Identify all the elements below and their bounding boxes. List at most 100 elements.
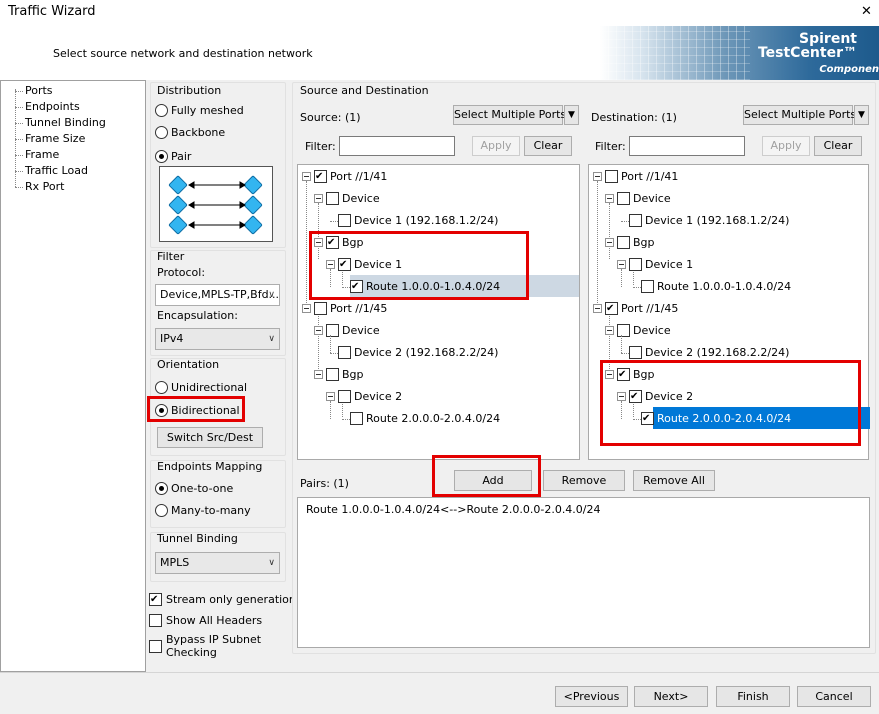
cancel-button[interactable]: Cancel <box>797 686 871 707</box>
source-filter-input[interactable] <box>339 136 455 156</box>
one-to-one-label: One-to-one <box>171 482 234 495</box>
expand-icon[interactable] <box>593 172 602 181</box>
finish-button[interactable]: Finish <box>716 686 790 707</box>
source-route-2-checkbox[interactable] <box>350 412 363 425</box>
source-port-1-41-checkbox[interactable] <box>314 170 327 183</box>
filter-title: Filter <box>157 250 185 263</box>
tunnel-binding-select[interactable]: MPLS ∨ <box>155 552 280 574</box>
dest-tree-label: Bgp <box>633 236 655 249</box>
many-to-many-label: Many-to-many <box>171 504 251 517</box>
bypass-ip-label-2: Checking <box>166 646 217 659</box>
encapsulation-label: Encapsulation: <box>157 309 238 322</box>
next-button[interactable]: Next> <box>634 686 708 707</box>
expand-icon[interactable] <box>302 172 311 181</box>
pair-item[interactable]: Route 1.0.0.0-1.0.4.0/24<-->Route 2.0.0.… <box>306 503 601 516</box>
dest-device-2-checkbox[interactable] <box>629 346 642 359</box>
pair-diagram <box>159 166 273 242</box>
switch-src-dest-button[interactable]: Switch Src/Dest <box>157 427 263 448</box>
nav-item-endpoints[interactable]: Endpoints <box>25 100 80 113</box>
destination-clear-button[interactable]: Clear <box>814 136 862 156</box>
dest-tree-label: Device 2 (192.168.2.2/24) <box>645 346 790 359</box>
source-device-group-2-checkbox[interactable] <box>326 324 339 337</box>
page-subtitle: Select source network and destination ne… <box>53 47 313 60</box>
expand-icon[interactable] <box>605 326 614 335</box>
nav-item-frame-size[interactable]: Frame Size <box>25 132 85 145</box>
chevron-down-icon: ∨ <box>268 290 275 300</box>
expand-icon[interactable] <box>314 326 323 335</box>
dest-device-group-2-checkbox[interactable] <box>617 324 630 337</box>
expand-icon[interactable] <box>605 238 614 247</box>
remove-all-pairs-button[interactable]: Remove All <box>633 470 715 491</box>
unidirectional-radio[interactable] <box>155 381 168 394</box>
bypass-ip-subnet-checkbox[interactable] <box>149 640 162 653</box>
source-tree: Port //1/41 Device Device 1 (192.168.1.2… <box>297 164 580 460</box>
expand-icon[interactable] <box>302 304 311 313</box>
source-clear-button[interactable]: Clear <box>524 136 572 156</box>
source-select-multiple-ports-button[interactable]: Select Multiple Ports <box>453 105 566 125</box>
expand-icon[interactable] <box>605 194 614 203</box>
source-ports-dropdown-icon[interactable]: ▼ <box>564 105 579 125</box>
many-to-many-radio[interactable] <box>155 504 168 517</box>
backbone-radio[interactable] <box>155 126 168 139</box>
show-all-headers-checkbox[interactable] <box>149 614 162 627</box>
window-title: Traffic Wizard <box>8 4 96 19</box>
nav-item-traffic-load[interactable]: Traffic Load <box>25 164 88 177</box>
source-tree-label: Bgp <box>342 368 364 381</box>
nav-item-frame[interactable]: Frame <box>25 148 59 161</box>
one-to-one-radio[interactable] <box>155 482 168 495</box>
source-tree-label: Device 1 (192.168.1.2/24) <box>354 214 499 227</box>
destination-label: Destination: (1) <box>591 111 677 124</box>
destination-highlight <box>600 360 861 446</box>
add-highlight <box>432 455 541 497</box>
pair-radio[interactable] <box>155 150 168 163</box>
dest-bgp-1-checkbox[interactable] <box>617 236 630 249</box>
source-tree-label: Route 2.0.0.0-2.0.4.0/24 <box>366 412 501 425</box>
source-highlight <box>309 231 529 300</box>
destination-apply-button[interactable]: Apply <box>762 136 810 156</box>
source-device-group-checkbox[interactable] <box>326 192 339 205</box>
bypass-ip-label-1: Bypass IP Subnet <box>166 633 262 646</box>
protocol-select[interactable]: Device,MPLS-TP,Bfd... ∨ <box>155 284 280 306</box>
destination-ports-dropdown-icon[interactable]: ▼ <box>854 105 869 125</box>
dest-tree-label: Device 1 (192.168.1.2/24) <box>645 214 790 227</box>
logo-line3: Componen <box>819 64 879 75</box>
encapsulation-value: IPv4 <box>160 332 184 345</box>
destination-select-multiple-ports-button[interactable]: Select Multiple Ports <box>743 105 856 125</box>
destination-filter-input[interactable] <box>629 136 745 156</box>
source-bgp-device-2-checkbox[interactable] <box>338 390 351 403</box>
source-device-1-checkbox[interactable] <box>338 214 351 227</box>
dest-device-1-checkbox[interactable] <box>629 214 642 227</box>
source-device-2-checkbox[interactable] <box>338 346 351 359</box>
source-filter-label: Filter: <box>305 140 336 153</box>
dest-tree-label: Route 1.0.0.0-1.0.4.0/24 <box>657 280 792 293</box>
nav-item-rx-port[interactable]: Rx Port <box>25 180 64 193</box>
expand-icon[interactable] <box>617 260 626 269</box>
nav-item-tunnel-binding[interactable]: Tunnel Binding <box>25 116 106 129</box>
previous-button[interactable]: <Previous <box>555 686 628 707</box>
fully-meshed-radio[interactable] <box>155 104 168 117</box>
remove-pair-button[interactable]: Remove <box>543 470 625 491</box>
source-bgp-2-checkbox[interactable] <box>326 368 339 381</box>
stream-only-checkbox[interactable] <box>149 593 162 606</box>
source-tree-label: Port //1/45 <box>330 302 388 315</box>
footer-divider <box>0 672 879 673</box>
expand-icon[interactable] <box>326 392 335 401</box>
pairs-list: Route 1.0.0.0-1.0.4.0/24<-->Route 2.0.0.… <box>297 497 870 648</box>
source-port-1-45-checkbox[interactable] <box>314 302 327 315</box>
source-tree-label: Device <box>342 324 380 337</box>
dest-bgp-device-1-checkbox[interactable] <box>629 258 642 271</box>
source-tree-label: Port //1/41 <box>330 170 388 183</box>
spirent-logo: Spirent TestCenter™ Componen <box>600 26 879 80</box>
dest-port-1-41-checkbox[interactable] <box>605 170 618 183</box>
close-icon[interactable]: ✕ <box>861 4 872 19</box>
encapsulation-select[interactable]: IPv4 ∨ <box>155 328 280 350</box>
expand-icon[interactable] <box>314 370 323 379</box>
source-apply-button[interactable]: Apply <box>472 136 520 156</box>
dest-port-1-45-checkbox[interactable] <box>605 302 618 315</box>
dest-device-group-checkbox[interactable] <box>617 192 630 205</box>
expand-icon[interactable] <box>314 194 323 203</box>
dest-route-1-checkbox[interactable] <box>641 280 654 293</box>
nav-item-ports[interactable]: Ports <box>25 84 53 97</box>
expand-icon[interactable] <box>593 304 602 313</box>
logo-line2: TestCenter™ <box>757 45 857 61</box>
